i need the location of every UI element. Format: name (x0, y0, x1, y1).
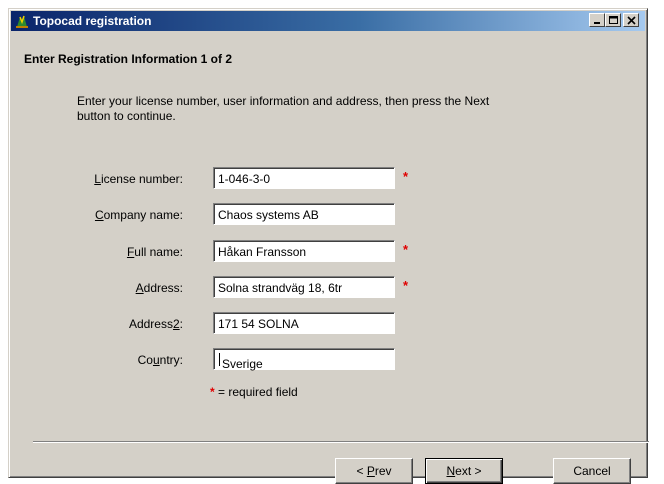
maximize-button[interactable] (605, 13, 621, 27)
window-title: Topocad registration (33, 14, 152, 28)
required-marker: * (403, 169, 409, 184)
text-cursor (219, 353, 220, 366)
close-button[interactable] (623, 13, 639, 27)
address-label: Address: (135, 281, 183, 295)
address2-label: Address2: (128, 317, 183, 331)
button-separator (33, 441, 649, 443)
maximize-icon (609, 16, 618, 24)
minimize-icon (594, 22, 600, 24)
page-title: Enter Registration Information 1 of 2 (24, 52, 233, 66)
instructions-text: Enter your license number, user informat… (77, 94, 597, 124)
license-number-field[interactable]: 1-046-3-0 (213, 167, 395, 189)
country-field[interactable]: Sverige (213, 348, 395, 371)
address2-field[interactable]: 171 54 SOLNA (213, 312, 395, 334)
topocad-app-icon (16, 15, 28, 28)
cancel-button[interactable]: Cancel (553, 458, 631, 484)
required-marker: * (403, 278, 409, 293)
required-field-legend: * = required field (210, 385, 298, 399)
title-bar[interactable]: Topocad registration (11, 11, 645, 31)
company-name-label: Company name: (94, 208, 183, 222)
company-name-field[interactable]: Chaos systems AB (213, 203, 395, 225)
country-label: Country: (137, 353, 183, 367)
full-name-label: Full name: (126, 245, 183, 259)
close-icon (627, 16, 636, 25)
minimize-button[interactable] (589, 13, 605, 27)
registration-dialog: Topocad registration Enter Registration … (8, 8, 649, 484)
instructions-line-1: Enter your license number, user informat… (77, 94, 490, 108)
instructions-line-2: button to continue. (77, 109, 176, 123)
next-button[interactable]: Next > (425, 458, 503, 484)
wizard-header: Enter Registration Information 1 of 2 (12, 32, 644, 88)
address-field[interactable]: Solna strandväg 18, 6tr (213, 276, 395, 298)
full-name-field[interactable]: Håkan Fransson (213, 240, 395, 262)
license-number-label: License number: (94, 172, 183, 186)
prev-button[interactable]: < Prev (335, 458, 413, 484)
required-marker: * (403, 242, 409, 257)
